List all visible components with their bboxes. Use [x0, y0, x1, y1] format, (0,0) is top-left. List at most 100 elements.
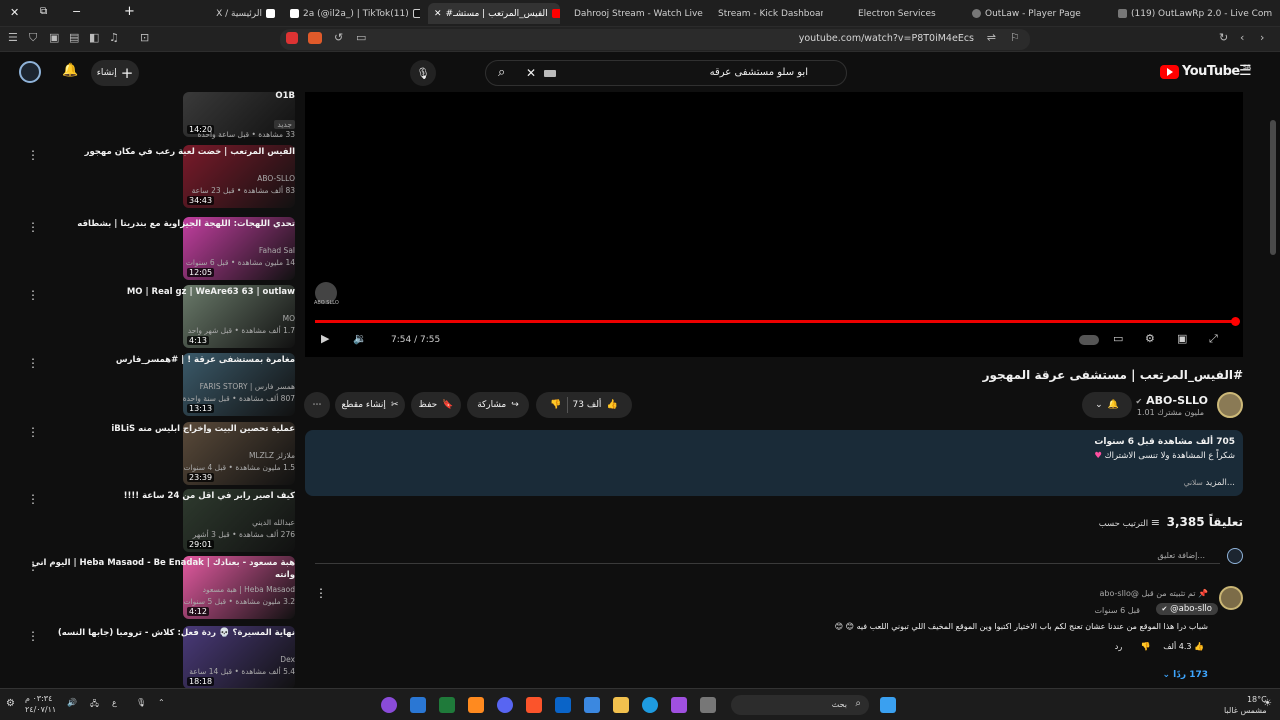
- fullscreen-icon[interactable]: ⤢: [1209, 332, 1218, 346]
- recommendation-channel[interactable]: همسر فارس | FARIS STORY: [200, 382, 295, 391]
- mic-tray-icon[interactable]: 🎙: [136, 698, 146, 707]
- like-dislike-group[interactable]: 👎 73 ألف 👍: [536, 392, 632, 418]
- edge-icon[interactable]: [642, 697, 658, 713]
- more-actions-button[interactable]: ⋯: [304, 392, 330, 418]
- notifications-bell-icon[interactable]: 🔔: [62, 63, 78, 78]
- more-vertical-icon[interactable]: ⋮: [27, 148, 39, 162]
- bookmark-icon[interactable]: ⚐: [1010, 31, 1020, 44]
- music-icon[interactable]: ♫: [109, 31, 119, 44]
- volume-tray-icon[interactable]: 🔊: [67, 698, 77, 707]
- tab-electron-services[interactable]: Electron Services: [858, 3, 958, 24]
- windows-start-icon[interactable]: [880, 697, 896, 713]
- reply-button[interactable]: رد: [1115, 642, 1122, 651]
- more-vertical-icon[interactable]: ⋮: [27, 288, 39, 302]
- comment-menu-icon[interactable]: ⋮: [315, 586, 327, 600]
- youtube-logo[interactable]: YouTube SA: [1160, 64, 1251, 79]
- file-explorer-icon[interactable]: [613, 697, 629, 713]
- more-vertical-icon[interactable]: ⋮: [27, 559, 39, 573]
- more-vertical-icon[interactable]: ⋮: [27, 356, 39, 370]
- guide-menu-icon[interactable]: ☰: [1239, 63, 1252, 79]
- discord-icon[interactable]: [497, 697, 513, 713]
- tab-youtube-active[interactable]: ✕ #الفيس_المرتعب | مستشـ: [428, 3, 560, 24]
- close-tab-icon[interactable]: ✕: [434, 9, 442, 19]
- add-comment-input[interactable]: إضافة تعليق...: [1157, 551, 1205, 560]
- close-window-icon[interactable]: ✕: [10, 6, 19, 19]
- channel-name[interactable]: ✔ ABO-SLLO: [1136, 394, 1208, 407]
- forward-icon[interactable]: ›: [1260, 31, 1264, 44]
- brave-shield-icon[interactable]: [286, 32, 298, 44]
- share-button[interactable]: مشاركة ↪: [467, 392, 529, 418]
- weather-widget[interactable]: 18°C مشمس غالبا: [1224, 694, 1267, 716]
- shield-icon[interactable]: ⛉: [29, 31, 37, 45]
- app-icon[interactable]: [468, 697, 484, 713]
- save-button[interactable]: حفظ 🔖: [411, 392, 461, 418]
- subscribe-bell-button[interactable]: ⌄ 🔔: [1082, 392, 1132, 418]
- recommendation-channel[interactable]: ABO-SLLO: [257, 174, 295, 183]
- menu-icon[interactable]: ☰: [8, 31, 18, 44]
- tab-x-home[interactable]: X / الرئيسية: [150, 3, 275, 24]
- recommendation-title[interactable]: الفيس المرتعب | خضت لعبة رعب في مكان مهج…: [25, 146, 295, 158]
- recommendation-channel[interactable]: ملازلز MLZLZ: [249, 451, 295, 460]
- comment-author-avatar[interactable]: [1219, 586, 1243, 610]
- screenshot-icon[interactable]: ⊡: [140, 31, 149, 44]
- recommendation-title[interactable]: MO | Real gz | WeAre63 63 | outlaw: [25, 286, 295, 298]
- copilot-icon[interactable]: [671, 697, 687, 713]
- recommendation-channel[interactable]: Dex: [280, 655, 295, 664]
- recommendation-title[interactable]: هبة مسعود - بعنادك | Heba Masaod - Be En…: [25, 557, 295, 581]
- tray-overflow-icon[interactable]: ⌃: [158, 698, 165, 707]
- comment-author-badge[interactable]: ✔ @abo-sllo: [1155, 603, 1218, 615]
- tabs-icon[interactable]: ▤: [69, 31, 79, 44]
- recommendation-title[interactable]: تحدي اللهجات: اللهجة الجيزاوية مع بندريت…: [25, 218, 295, 230]
- recommendation-channel[interactable]: عبدالله الديني: [252, 518, 295, 527]
- sidebar-icon[interactable]: ◧: [89, 31, 99, 44]
- tab-search-icon[interactable]: ⧉: [40, 6, 47, 17]
- settings-gear-icon[interactable]: ⚙: [1145, 332, 1155, 345]
- progress-bar[interactable]: [315, 320, 1234, 323]
- address-bar[interactable]: ↺ ▭ youtube.com/watch?v=P8T0iM4eEcs ⇌: [280, 29, 1030, 50]
- back-icon[interactable]: ‹: [1240, 31, 1244, 44]
- more-vertical-icon[interactable]: ⋮: [27, 492, 39, 506]
- subtitles-icon[interactable]: ▭: [1113, 332, 1123, 345]
- theater-mode-icon[interactable]: ▣: [1177, 332, 1187, 345]
- wallet-icon[interactable]: ▣: [49, 31, 59, 44]
- refresh-icon[interactable]: ↻: [1219, 31, 1228, 44]
- recommendation-title[interactable]: كيف اصير رابر في اقل من 24 ساعة !!!!: [25, 490, 295, 502]
- recommendation-title[interactable]: O1B: [25, 90, 295, 102]
- channel-avatar[interactable]: [1217, 392, 1243, 418]
- voice-search-button[interactable]: 🎙: [410, 60, 436, 86]
- extension-icon[interactable]: [308, 32, 322, 44]
- sort-comments-button[interactable]: الترتيب حسب ≡: [1099, 516, 1160, 529]
- search-box[interactable]: ⌕ ✕ ابو سلو مستشفى عرقه: [485, 60, 847, 86]
- autoplay-toggle[interactable]: [1079, 335, 1099, 345]
- steam-icon[interactable]: [410, 697, 426, 713]
- clear-search-icon[interactable]: ✕: [526, 66, 536, 80]
- more-vertical-icon[interactable]: ⋮: [27, 629, 39, 643]
- account-avatar[interactable]: [19, 61, 41, 83]
- comment-dislike-icon[interactable]: 👎: [1141, 642, 1151, 651]
- tab-outlaw-player[interactable]: OutLaw - Player Page: [972, 3, 1092, 24]
- like-icon[interactable]: 👍: [606, 400, 617, 410]
- tab-kick-dashboard[interactable]: Stream - Kick Dashboard: [718, 3, 823, 24]
- dislike-icon[interactable]: 👎: [550, 400, 561, 410]
- tab-tiktok[interactable]: 2a (@il2a_) | TikTok(11): [290, 3, 420, 24]
- clip-button[interactable]: إنشاء مقطع ✂: [335, 392, 405, 418]
- play-icon[interactable]: ▶: [321, 332, 329, 345]
- share-icon[interactable]: ⇌: [987, 31, 996, 44]
- recommendation-title[interactable]: عملية تحصين البيت وإخراج ابليس منه iBLiS: [25, 423, 295, 435]
- more-vertical-icon[interactable]: ⋮: [27, 220, 39, 234]
- outlook-icon[interactable]: [555, 697, 571, 713]
- recommendation-title[interactable]: نهاية المسيرة؟ 💀 ردة فعل: كلاش - ترومبا …: [25, 627, 295, 639]
- search-icon[interactable]: ⌕: [498, 65, 505, 80]
- recommendation-title[interactable]: مغامرة بمستشفى عرقة ! | #همسر_فارس: [25, 354, 295, 366]
- obs-icon[interactable]: [381, 697, 397, 713]
- create-button[interactable]: إنشاء +: [91, 60, 139, 86]
- new-tab-icon[interactable]: +: [124, 4, 135, 19]
- more-vertical-icon[interactable]: ⋮: [27, 425, 39, 439]
- show-more-link[interactable]: ...المزيد سلاني: [1184, 478, 1235, 488]
- taskbar-search[interactable]: بحث ⌕: [731, 695, 869, 715]
- minimize-icon[interactable]: −: [72, 5, 81, 18]
- scrubber-handle[interactable]: [1231, 317, 1240, 326]
- recommendation-channel[interactable]: Heba Masaod | هبة مسعود: [203, 585, 295, 594]
- cast-icon[interactable]: ▭: [356, 31, 366, 44]
- excel-icon[interactable]: [439, 697, 455, 713]
